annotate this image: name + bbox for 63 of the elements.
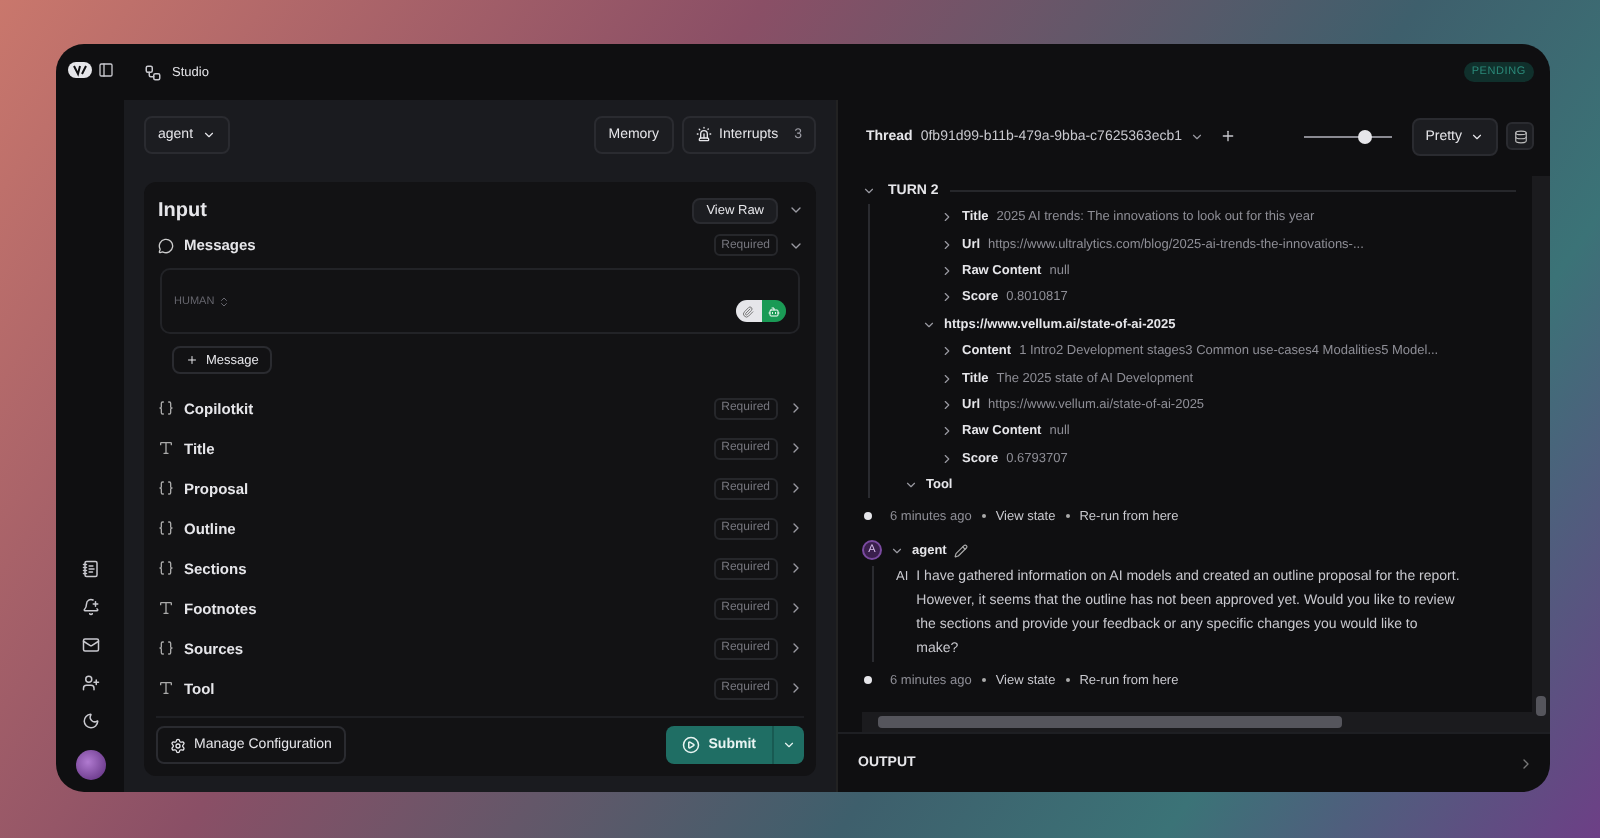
chevron-right-icon[interactable] (940, 290, 954, 305)
chevron-right-icon[interactable] (788, 680, 804, 696)
logo-icon[interactable] (67, 62, 91, 78)
chevron-down-icon[interactable] (1190, 129, 1204, 143)
chevron-down-icon[interactable] (862, 183, 876, 197)
chevron-right-icon[interactable] (788, 400, 804, 416)
section-title: Input (158, 199, 207, 221)
chevron-right-icon[interactable] (940, 263, 954, 278)
play-icon (682, 736, 701, 754)
chevron-down-icon[interactable] (904, 478, 918, 493)
vertical-scrollbar[interactable] (1532, 176, 1550, 732)
text-type-icon (158, 680, 174, 696)
bot-icon (767, 305, 780, 317)
toggle-switch[interactable] (736, 300, 786, 322)
chevron-down-icon (1470, 129, 1484, 143)
chevron-down-icon[interactable] (788, 202, 804, 218)
sidebar-toggle-icon[interactable] (97, 62, 113, 78)
add-icon[interactable] (1220, 128, 1236, 144)
database-icon (1513, 129, 1527, 143)
graph-icon (144, 63, 162, 81)
database-button[interactable] (1506, 122, 1534, 150)
chevron-right-icon[interactable] (940, 451, 954, 466)
chevron-right-icon[interactable] (788, 600, 804, 616)
chevron-down-icon (201, 127, 216, 141)
plus-icon (186, 354, 198, 366)
chevron-right-icon[interactable] (940, 424, 954, 439)
paperclip-icon (742, 305, 755, 317)
chevron-right-icon[interactable] (788, 560, 804, 576)
text-type-icon (158, 440, 174, 456)
braces-icon (158, 400, 174, 416)
chevron-right-icon[interactable] (940, 210, 954, 225)
chevron-right-icon[interactable] (940, 344, 954, 359)
timeline-slider[interactable] (1303, 127, 1392, 145)
notebook-icon[interactable] (81, 560, 99, 578)
mail-icon[interactable] (81, 636, 99, 654)
slider-thumb[interactable] (1358, 129, 1372, 143)
chevron-right-icon[interactable] (1518, 755, 1534, 771)
siren-icon (695, 126, 712, 142)
settings-icon (170, 737, 186, 753)
text-type-icon (158, 600, 174, 616)
braces-icon (158, 480, 174, 496)
user-add-icon[interactable] (81, 674, 99, 692)
braces-icon (158, 560, 174, 576)
user-avatar[interactable] (75, 750, 105, 780)
timeline-dot (864, 512, 872, 521)
chevron-right-icon[interactable] (940, 397, 954, 412)
chevron-right-icon[interactable] (788, 640, 804, 656)
chevron-right-icon[interactable] (940, 371, 954, 386)
chat-bubble-icon (158, 237, 174, 253)
chevron-right-icon[interactable] (940, 237, 954, 252)
braces-icon (158, 520, 174, 536)
pencil-icon[interactable] (954, 543, 969, 558)
moon-icon[interactable] (81, 712, 99, 730)
chevron-down-icon[interactable] (890, 543, 904, 558)
chevron-right-icon[interactable] (788, 440, 804, 456)
chevron-right-icon[interactable] (788, 480, 804, 496)
timeline-dot (864, 676, 872, 685)
chevron-down-icon[interactable] (922, 317, 936, 332)
horizontal-scrollbar[interactable] (862, 712, 1532, 732)
bell-icon[interactable] (81, 598, 99, 616)
braces-icon (158, 640, 174, 656)
chevron-right-icon[interactable] (788, 520, 804, 536)
chevron-down-icon (782, 738, 796, 752)
